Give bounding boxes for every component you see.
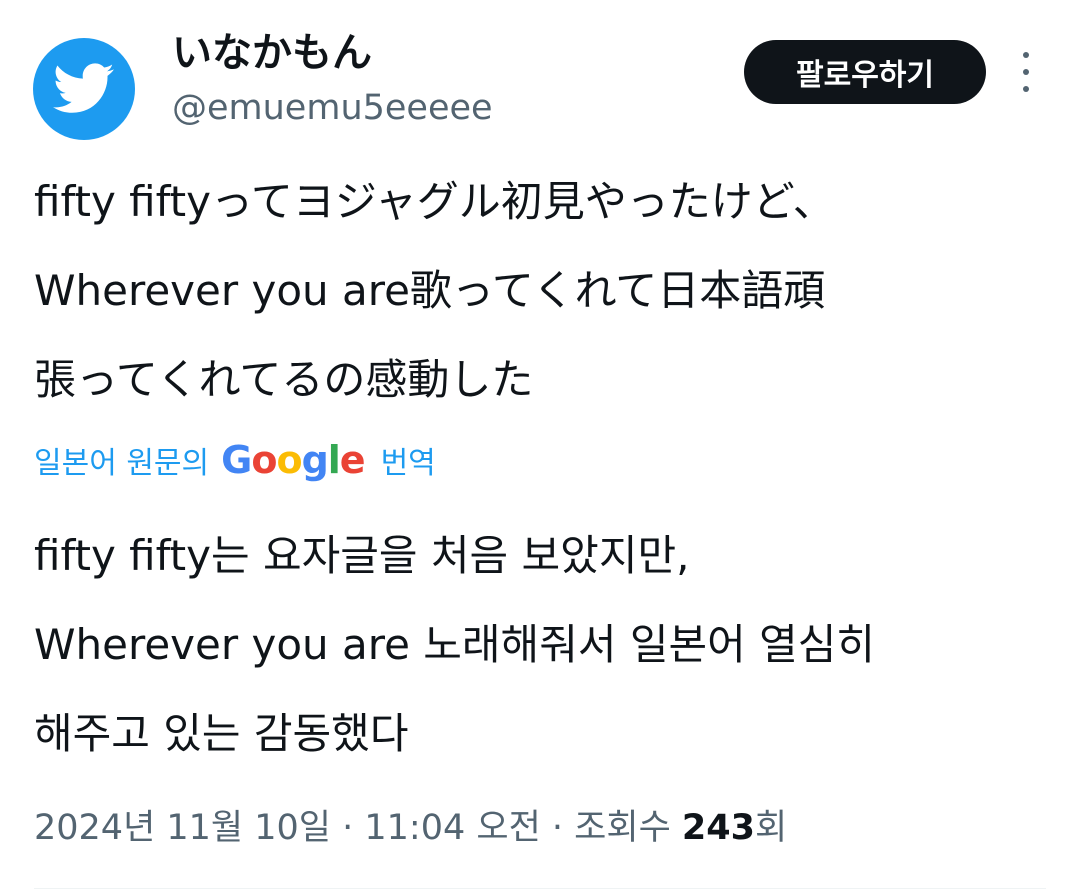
twitter-bird-icon bbox=[53, 63, 114, 113]
tweet-line: 張ってくれてるの感動した bbox=[34, 355, 534, 404]
tweet-meta: 2024년 11월 10일 · 11:04 오전 · 조회수 243회 bbox=[34, 800, 787, 856]
divider bbox=[34, 888, 1046, 889]
avatar[interactable] bbox=[33, 38, 135, 140]
tweet-date[interactable]: 2024년 11월 10일 bbox=[34, 808, 331, 848]
display-name[interactable]: いなかもん bbox=[172, 28, 372, 78]
more-dot bbox=[1023, 69, 1029, 75]
meta-separator: · bbox=[540, 808, 575, 848]
tweet-line: fifty fiftyってヨジャグル初見やったけど、 bbox=[34, 177, 835, 226]
views-label: 조회수 bbox=[574, 808, 682, 848]
tweet-original-text: fifty fiftyってヨジャグル初見やったけど、 Wherever you … bbox=[34, 157, 1044, 424]
tweet-line: 해주고 있는 감동했다 bbox=[34, 709, 409, 758]
more-vertical-icon[interactable] bbox=[1014, 52, 1038, 92]
tweet-translated-text: fifty fifty는 요자글을 처음 보았지만, Wherever you … bbox=[34, 511, 1044, 778]
translation-source-label[interactable]: 일본어 원문의 bbox=[34, 438, 209, 482]
meta-separator: · bbox=[331, 808, 365, 848]
more-dot bbox=[1023, 52, 1029, 58]
translation-attribution[interactable]: 일본어 원문의 Google 번역 bbox=[34, 432, 436, 488]
tweet-line: Wherever you are 노래해줘서 일본어 열심히 bbox=[34, 620, 876, 669]
more-dot bbox=[1023, 86, 1029, 92]
views-suffix: 회 bbox=[754, 808, 788, 848]
user-handle[interactable]: @emuemu5eeeee bbox=[172, 86, 493, 130]
tweet-time[interactable]: 11:04 오전 bbox=[364, 808, 540, 848]
translation-label[interactable]: 번역 bbox=[381, 438, 436, 482]
views-count: 243 bbox=[681, 808, 755, 848]
tweet-line: fifty fifty는 요자글을 처음 보았지만, bbox=[34, 531, 690, 580]
follow-button[interactable]: 팔로우하기 bbox=[744, 40, 986, 104]
tweet-line: Wherever you are歌ってくれて日本語頑 bbox=[34, 266, 826, 315]
google-logo: Google bbox=[221, 438, 365, 482]
